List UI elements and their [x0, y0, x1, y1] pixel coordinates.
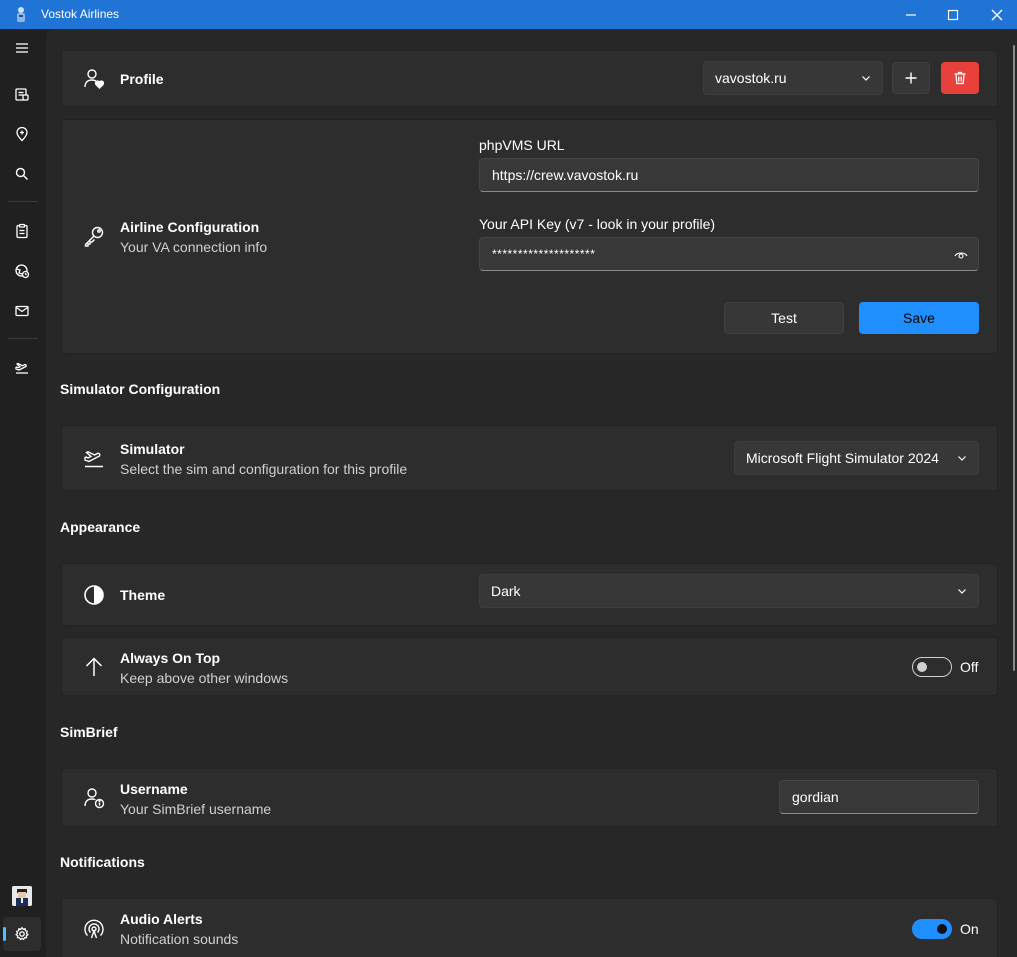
- nav-item-flights[interactable]: [3, 77, 41, 111]
- pilot-avatar[interactable]: [12, 886, 32, 906]
- simulator-subtitle: Select the sim and configuration for thi…: [120, 461, 408, 477]
- theme-select[interactable]: Dark: [479, 574, 979, 608]
- phpvms-url-input[interactable]: https://crew.vavostok.ru: [479, 158, 979, 192]
- simbrief-username-value: gordian: [792, 789, 839, 805]
- nav-menu-toggle[interactable]: [3, 31, 41, 65]
- delete-profile-button[interactable]: [941, 62, 979, 94]
- audio-alerts-subtitle: Notification sounds: [120, 931, 239, 947]
- mail-icon: [15, 305, 29, 317]
- maximize-icon: [947, 9, 959, 20]
- add-profile-button[interactable]: [892, 62, 930, 94]
- theme-title: Theme: [120, 587, 166, 603]
- phpvms-url-label: phpVMS URL: [479, 137, 565, 153]
- api-key-input[interactable]: ********************: [479, 237, 979, 271]
- simulator-select[interactable]: Microsoft Flight Simulator 2024: [734, 441, 979, 475]
- theme-select-value: Dark: [491, 583, 521, 599]
- app-logo-icon: [17, 7, 25, 22]
- simbrief-section-heading: SimBrief: [60, 724, 118, 740]
- person-info-icon: [82, 786, 106, 810]
- window-title: Vostok Airlines: [41, 7, 120, 21]
- chevron-down-icon: [958, 589, 966, 594]
- clipboard-icon: [16, 223, 28, 239]
- person-heart-icon: [82, 67, 106, 91]
- simulator-title: Simulator: [120, 441, 185, 457]
- close-button[interactable]: [975, 0, 1017, 29]
- always-on-top-title: Always On Top: [120, 650, 221, 666]
- airplane-takeoff-icon: [15, 362, 28, 374]
- globe-clock-icon: [15, 264, 30, 279]
- always-on-top-subtitle: Keep above other windows: [120, 670, 289, 686]
- gear-icon: [15, 926, 29, 941]
- title-bar[interactable]: Vostok Airlines: [0, 0, 1017, 29]
- vertical-scrollbar[interactable]: [1013, 45, 1015, 671]
- simulator-card: Simulator Select the sim and configurati…: [61, 425, 998, 491]
- nav-item-messages[interactable]: [3, 294, 41, 328]
- maximize-button[interactable]: [931, 0, 975, 29]
- airplane-takeoff-icon: [82, 447, 106, 471]
- active-indicator: [3, 927, 6, 941]
- audio-alerts-state: On: [960, 921, 979, 937]
- simulator-section-heading: Simulator Configuration: [60, 381, 221, 397]
- simulator-select-value: Microsoft Flight Simulator 2024: [746, 450, 939, 466]
- api-key-value: ********************: [492, 247, 596, 261]
- phpvms-url-value: https://crew.vavostok.ru: [492, 167, 639, 183]
- settings-page: Profile vavostok.ru Airline Configuratio…: [46, 29, 1017, 957]
- plus-icon: [905, 72, 917, 84]
- arrow-up-icon: [82, 655, 106, 679]
- simbrief-username-title: Username: [120, 781, 188, 797]
- briefcase-list-icon: [15, 88, 29, 101]
- profile-select-value: vavostok.ru: [715, 70, 787, 86]
- airline-config-title: Airline Configuration: [120, 219, 260, 235]
- theme-card: Theme Dark: [61, 563, 998, 626]
- nav-item-reports[interactable]: [3, 214, 41, 248]
- api-key-label: Your API Key (v7 - look in your profile): [479, 216, 716, 232]
- simbrief-username-subtitle: Your SimBrief username: [120, 801, 272, 817]
- minimize-icon: [906, 13, 916, 16]
- eye-reveal-icon[interactable]: [954, 249, 968, 261]
- nav-item-live[interactable]: [3, 254, 41, 288]
- broadcast-icon: [82, 917, 106, 941]
- airline-config-subtitle: Your VA connection info: [120, 239, 268, 255]
- simbrief-username-input[interactable]: gordian: [779, 780, 979, 814]
- key-icon: [82, 224, 106, 248]
- audio-alerts-card: Audio Alerts Notification sounds On: [61, 898, 998, 957]
- minimize-button[interactable]: [889, 0, 933, 29]
- nav-item-map[interactable]: [3, 117, 41, 151]
- hamburger-menu-icon: [16, 43, 28, 53]
- save-button[interactable]: Save: [859, 302, 979, 334]
- nav-item-search[interactable]: [3, 157, 41, 191]
- test-button[interactable]: Test: [724, 302, 844, 334]
- contrast-icon: [82, 583, 106, 607]
- always-on-top-card: Always On Top Keep above other windows O…: [61, 637, 998, 696]
- always-on-top-toggle[interactable]: [912, 657, 952, 677]
- always-on-top-state: Off: [960, 659, 979, 675]
- profile-select[interactable]: vavostok.ru: [703, 61, 883, 95]
- sidebar: [0, 29, 46, 957]
- close-icon: [991, 9, 1003, 20]
- nav-item-settings[interactable]: [3, 917, 41, 951]
- profile-title: Profile: [120, 71, 164, 87]
- map-pin-icon: [16, 126, 28, 142]
- audio-alerts-title: Audio Alerts: [120, 911, 203, 927]
- airline-config-card: Airline Configuration Your VA connection…: [61, 119, 998, 354]
- profile-card: Profile vavostok.ru: [61, 50, 998, 107]
- notifications-section-heading: Notifications: [60, 854, 145, 870]
- nav-divider: [8, 338, 38, 339]
- trash-icon: [954, 71, 966, 85]
- simbrief-username-card: Username Your SimBrief username gordian: [61, 768, 998, 827]
- pilot-avatar-icon: [12, 886, 32, 906]
- appearance-section-heading: Appearance: [60, 519, 141, 535]
- nav-divider: [8, 201, 38, 202]
- chevron-down-icon: [862, 76, 870, 81]
- toggle-knob: [937, 924, 947, 934]
- chevron-down-icon: [958, 456, 966, 461]
- toggle-knob: [917, 662, 927, 672]
- audio-alerts-toggle[interactable]: [912, 919, 952, 939]
- search-icon: [15, 167, 28, 180]
- nav-item-fleet[interactable]: [3, 351, 41, 385]
